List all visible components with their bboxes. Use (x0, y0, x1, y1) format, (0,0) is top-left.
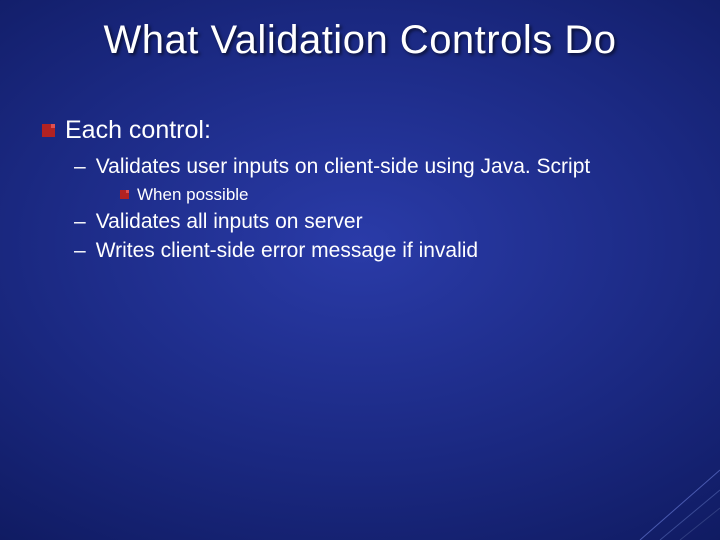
level2-text: Validates user inputs on client-side usi… (96, 154, 591, 180)
bullet-level2: – Validates all inputs on server (74, 209, 690, 235)
slide-title: What Validation Controls Do (0, 18, 720, 63)
level2-text: Writes client-side error message if inva… (96, 238, 478, 264)
decorative-lines-icon (600, 420, 720, 540)
bullet-level3: When possible (120, 184, 690, 205)
slide: What Validation Controls Do Each control… (0, 0, 720, 540)
bullet-level2: – Writes client-side error message if in… (74, 238, 690, 264)
level1-text: Each control: (65, 115, 211, 146)
dash-icon: – (74, 238, 86, 264)
square-bullet-icon (120, 190, 129, 199)
bullet-level1: Each control: (42, 115, 690, 146)
dash-icon: – (74, 154, 86, 180)
bullet-level2: – Validates user inputs on client-side u… (74, 154, 690, 180)
dash-icon: – (74, 209, 86, 235)
square-bullet-icon (42, 124, 55, 137)
level3-text: When possible (137, 184, 249, 205)
level2-text: Validates all inputs on server (96, 209, 363, 235)
slide-content: Each control: – Validates user inputs on… (42, 115, 690, 267)
